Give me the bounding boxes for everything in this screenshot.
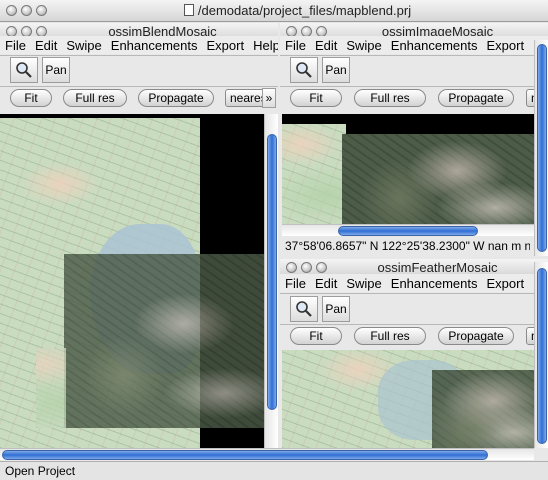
menu-file[interactable]: File <box>285 276 306 291</box>
magnifier-icon <box>296 301 312 317</box>
zoom-tool-button[interactable] <box>10 57 38 83</box>
scroll-thumb[interactable] <box>2 450 488 460</box>
feather-view-row: Fit Full res Propagate neares <box>286 326 538 346</box>
menu-edit[interactable]: Edit <box>315 38 337 53</box>
pan-button[interactable]: Pan <box>322 57 350 83</box>
scroll-thumb[interactable] <box>537 44 547 252</box>
main-title-bar: /demodata/project_files/mapblend.prj <box>0 0 548 22</box>
satellite-layer <box>64 254 264 428</box>
scroll-thumb[interactable] <box>267 134 277 410</box>
satellite-layer <box>432 370 534 448</box>
status-bar: Open Project <box>0 461 548 480</box>
topo-map-lower-strip <box>36 348 66 428</box>
zoom-tool-button[interactable] <box>290 296 318 322</box>
project-path: /demodata/project_files/mapblend.prj <box>197 3 412 18</box>
main-window-title: /demodata/project_files/mapblend.prj <box>47 3 548 18</box>
feather-tool-row: Pan <box>286 295 548 323</box>
image-menu-bar: File Edit Swipe Enhancements Export Help <box>280 36 548 54</box>
menu-export[interactable]: Export <box>207 38 245 53</box>
feather-vertical-scrollbar[interactable] <box>534 262 548 448</box>
feather-window-controls <box>286 262 327 273</box>
image-view-row: Fit Full res Propagate neares <box>286 88 538 108</box>
document-icon <box>183 4 194 16</box>
magnifier-icon <box>296 62 312 78</box>
menu-file[interactable]: File <box>285 38 306 53</box>
blend-menu-bar: File Edit Swipe Enhancements Export Help <box>0 36 278 54</box>
zoom-window-icon[interactable] <box>316 262 327 273</box>
image-mosaic-viewport[interactable] <box>282 114 534 226</box>
fit-button[interactable]: Fit <box>290 89 342 107</box>
menu-help[interactable]: Help <box>253 38 278 53</box>
menu-enhancements[interactable]: Enhancements <box>391 38 478 53</box>
menu-export[interactable]: Export <box>487 38 525 53</box>
menu-file[interactable]: File <box>5 38 26 53</box>
full-res-button[interactable]: Full res <box>354 89 426 107</box>
satellite-layer <box>342 134 534 226</box>
topo-map-layer <box>282 124 346 226</box>
feather-mosaic-viewport[interactable] <box>282 350 534 448</box>
propagate-button[interactable]: Propagate <box>138 89 214 107</box>
minimize-window-icon[interactable] <box>21 5 32 16</box>
feather-window-title: ossimFeatherMosaic <box>377 260 498 275</box>
fit-button[interactable]: Fit <box>290 327 342 345</box>
menu-export[interactable]: Export <box>487 276 525 291</box>
image-vertical-scrollbar[interactable] <box>534 40 548 256</box>
fit-button[interactable]: Fit <box>10 89 52 107</box>
menu-edit[interactable]: Edit <box>315 276 337 291</box>
menu-swipe[interactable]: Swipe <box>346 38 381 53</box>
close-window-icon[interactable] <box>286 262 297 273</box>
pan-button[interactable]: Pan <box>42 57 70 83</box>
menu-swipe[interactable]: Swipe <box>66 38 101 53</box>
feather-menu-bar: File Edit Swipe Enhancements Export Help <box>280 274 548 292</box>
full-res-button[interactable]: Full res <box>63 89 127 107</box>
menu-swipe[interactable]: Swipe <box>346 276 381 291</box>
scroll-thumb[interactable] <box>338 226 478 236</box>
menu-enhancements[interactable]: Enhancements <box>391 276 478 291</box>
image-horizontal-scrollbar[interactable] <box>282 224 534 236</box>
pan-button[interactable]: Pan <box>322 296 350 322</box>
menu-edit[interactable]: Edit <box>35 38 57 53</box>
toolbar-overflow-button[interactable]: » <box>262 88 276 108</box>
zoom-tool-button[interactable] <box>290 57 318 83</box>
propagate-button[interactable]: Propagate <box>438 89 514 107</box>
status-text: Open Project <box>5 464 76 478</box>
coordinate-readout: 37°58'06.8657" N 122°25'38.2300" W nan m… <box>285 239 530 253</box>
full-res-button[interactable]: Full res <box>354 327 426 345</box>
minimize-window-icon[interactable] <box>301 262 312 273</box>
close-window-icon[interactable] <box>6 5 17 16</box>
zoom-window-icon[interactable] <box>36 5 47 16</box>
blend-horizontal-scrollbar[interactable] <box>0 448 534 460</box>
blend-mosaic-viewport[interactable] <box>0 114 264 448</box>
image-tool-row: Pan <box>286 56 548 84</box>
magnifier-icon <box>16 62 32 78</box>
resampler-select[interactable]: neares <box>225 89 264 107</box>
blend-tool-row: Pan <box>6 56 278 84</box>
menu-enhancements[interactable]: Enhancements <box>111 38 198 53</box>
blend-vertical-scrollbar[interactable] <box>264 114 278 448</box>
scroll-thumb[interactable] <box>537 268 547 444</box>
main-window-controls <box>6 5 47 16</box>
propagate-button[interactable]: Propagate <box>438 327 514 345</box>
blend-view-row: Fit Full res Propagate neares <box>6 88 264 108</box>
